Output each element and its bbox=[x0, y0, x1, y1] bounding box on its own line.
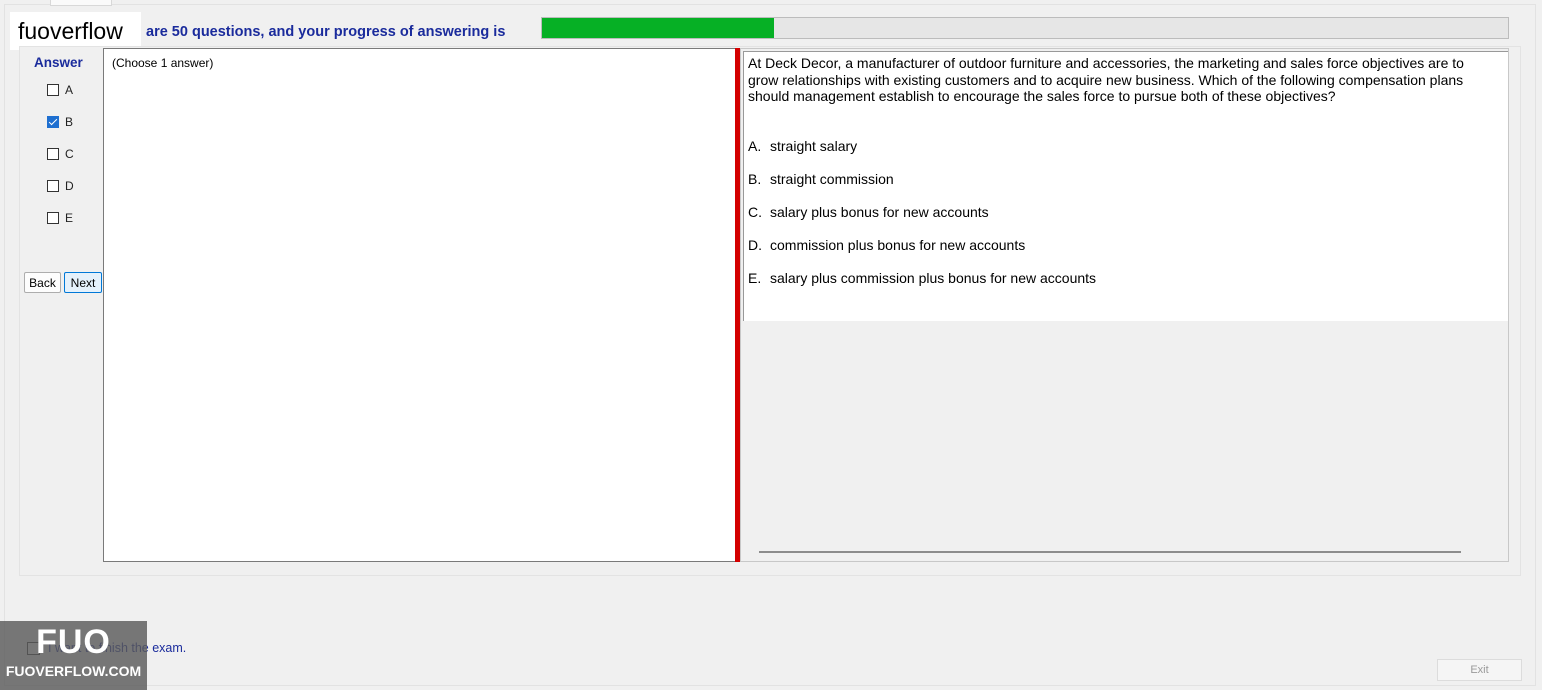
option-d[interactable]: D bbox=[47, 179, 74, 193]
progress-label: are 50 questions, and your progress of a… bbox=[146, 24, 506, 40]
option-c-checkbox[interactable] bbox=[47, 148, 59, 160]
choice-b: B. straight commission bbox=[748, 171, 894, 187]
next-button[interactable]: Next bbox=[64, 272, 102, 293]
answer-title: Answer bbox=[34, 55, 83, 70]
choice-e: E. salary plus commission plus bonus for … bbox=[748, 270, 1097, 286]
choice-c: C. salary plus bonus for new accounts bbox=[748, 204, 989, 220]
option-a-label: A bbox=[65, 83, 74, 97]
watermark-logo: FUO bbox=[36, 623, 111, 661]
watermark-badge: FUO FUOVERFLOW.COM bbox=[0, 621, 147, 690]
option-d-label: D bbox=[65, 179, 74, 193]
option-c[interactable]: C bbox=[47, 147, 74, 161]
option-d-checkbox[interactable] bbox=[47, 180, 59, 192]
option-b-label: B bbox=[65, 115, 74, 129]
option-e-label: E bbox=[65, 211, 74, 225]
horizontal-scrollbar[interactable] bbox=[759, 551, 1461, 553]
option-b-checkbox[interactable] bbox=[47, 116, 59, 128]
choice-a: A. straight salary bbox=[748, 138, 858, 154]
answer-pane: (Choose 1 answer) bbox=[103, 48, 735, 562]
watermark-site: FUOVERFLOW.COM bbox=[5, 663, 142, 679]
window-tab[interactable] bbox=[50, 0, 112, 6]
choice-d: D. commission plus bonus for new accounts bbox=[748, 237, 1026, 253]
progress-bar-fill bbox=[542, 18, 774, 38]
option-a-checkbox[interactable] bbox=[47, 84, 59, 96]
fuoverflow-logo: fuoverflow bbox=[10, 12, 141, 50]
question-box: At Deck Decor, a manufacturer of outdoor… bbox=[743, 51, 1508, 321]
back-button[interactable]: Back bbox=[24, 272, 61, 293]
question-pane: At Deck Decor, a manufacturer of outdoor… bbox=[740, 48, 1509, 562]
option-c-label: C bbox=[65, 147, 74, 161]
progress-bar bbox=[541, 17, 1509, 39]
choose-instruction: (Choose 1 answer) bbox=[112, 56, 214, 70]
option-e[interactable]: E bbox=[47, 211, 73, 225]
exit-button[interactable]: Exit bbox=[1437, 659, 1522, 681]
option-a[interactable]: A bbox=[47, 83, 73, 97]
question-text: At Deck Decor, a manufacturer of outdoor… bbox=[748, 55, 1464, 104]
option-e-checkbox[interactable] bbox=[47, 212, 59, 224]
option-b[interactable]: B bbox=[47, 115, 73, 129]
